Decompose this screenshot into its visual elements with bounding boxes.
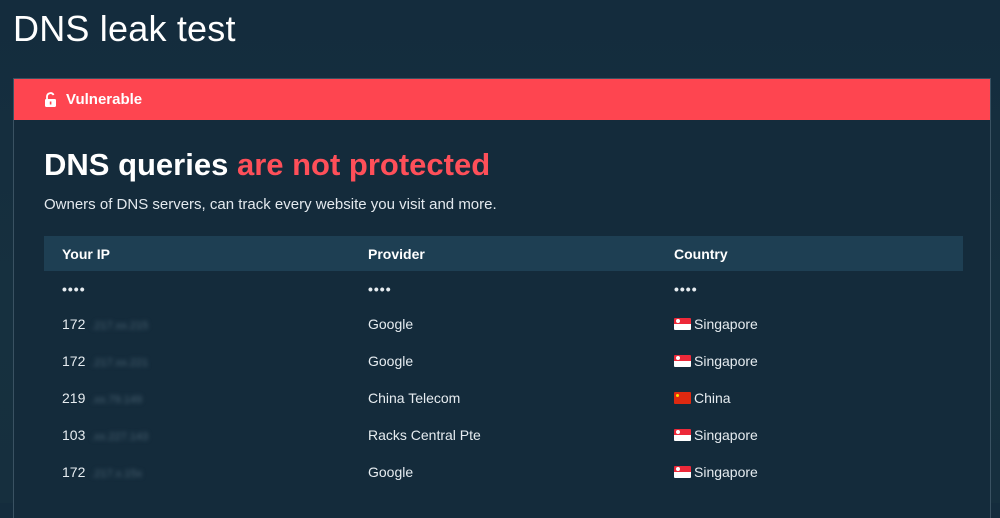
table-row: 172 .217.x.15x Google Singapore (44, 453, 963, 490)
ip-prefix: 172 (62, 353, 86, 370)
masked-country: •••• (674, 280, 698, 297)
column-header-provider: Provider (368, 245, 425, 262)
ip-prefix: 219 (62, 389, 86, 406)
ip-redacted: .217.xx.221 (91, 357, 149, 370)
provider-cell: China Telecom (368, 389, 461, 406)
singapore-flag-icon (674, 355, 691, 368)
masked-ip: •••• (62, 280, 86, 297)
column-header-country: Country (674, 245, 728, 262)
provider-cell: Google (368, 316, 414, 333)
result-description: Owners of DNS servers, can track every w… (44, 196, 497, 213)
table-row: 103 .xx.227.143 Racks Central Pte Singapo… (44, 416, 963, 453)
country-name: Singapore (694, 463, 758, 480)
ip-prefix: 172 (62, 463, 86, 480)
dns-servers-table: Your IP Provider Country •••• •••• •••• … (44, 236, 963, 490)
provider-cell: Racks Central Pte (368, 426, 481, 443)
ip-cell: 172 .217.xx.215 (44, 316, 350, 332)
country-name: Singapore (694, 353, 758, 370)
ip-redacted: .217.x.15x (91, 467, 143, 480)
masked-provider: •••• (368, 280, 392, 297)
ip-cell: 172 .217.xx.221 (44, 353, 350, 369)
china-flag-icon (674, 391, 691, 404)
country-cell: Singapore (656, 316, 963, 332)
country-cell: China (656, 390, 963, 406)
table-row: 219 .xx.79.149 China Telecom China (44, 380, 963, 417)
ip-cell: 172 .217.x.15x (44, 464, 350, 480)
status-label: Vulnerable (66, 91, 143, 108)
ip-cell: 219 .xx.79.149 (44, 390, 350, 406)
ip-redacted: .xx.227.143 (91, 430, 149, 443)
country-name: China (694, 389, 731, 406)
table-row: 172 .217.xx.215 Google Singapore (44, 306, 963, 343)
country-cell: Singapore (656, 427, 963, 443)
singapore-flag-icon (674, 465, 691, 478)
status-banner: Vulnerable (14, 79, 990, 120)
country-name: Singapore (694, 316, 758, 333)
country-name: Singapore (694, 426, 758, 443)
ip-redacted: .217.xx.215 (91, 320, 149, 333)
provider-cell: Google (368, 353, 414, 370)
result-headline: DNS queries are not protected (44, 147, 490, 183)
country-cell: Singapore (656, 353, 963, 369)
ip-prefix: 103 (62, 426, 86, 443)
ip-prefix: 172 (62, 316, 86, 333)
table-header: Your IP Provider Country (44, 236, 963, 271)
table-row: 172 .217.xx.221 Google Singapore (44, 343, 963, 380)
singapore-flag-icon (674, 318, 691, 331)
provider-cell: Google (368, 463, 414, 480)
unlock-icon (44, 91, 57, 108)
result-card: Vulnerable DNS queries are not protected… (13, 78, 991, 518)
singapore-flag-icon (674, 428, 691, 441)
page-title: DNS leak test (13, 8, 236, 49)
ip-cell: 103 .xx.227.143 (44, 427, 350, 443)
ip-redacted: .xx.79.149 (91, 393, 143, 406)
headline-accent: are not protected (236, 147, 491, 182)
masked-row: •••• •••• •••• (44, 271, 963, 306)
column-header-ip: Your IP (62, 245, 110, 262)
country-cell: Singapore (656, 464, 963, 480)
headline-prefix: DNS queries (44, 147, 237, 182)
